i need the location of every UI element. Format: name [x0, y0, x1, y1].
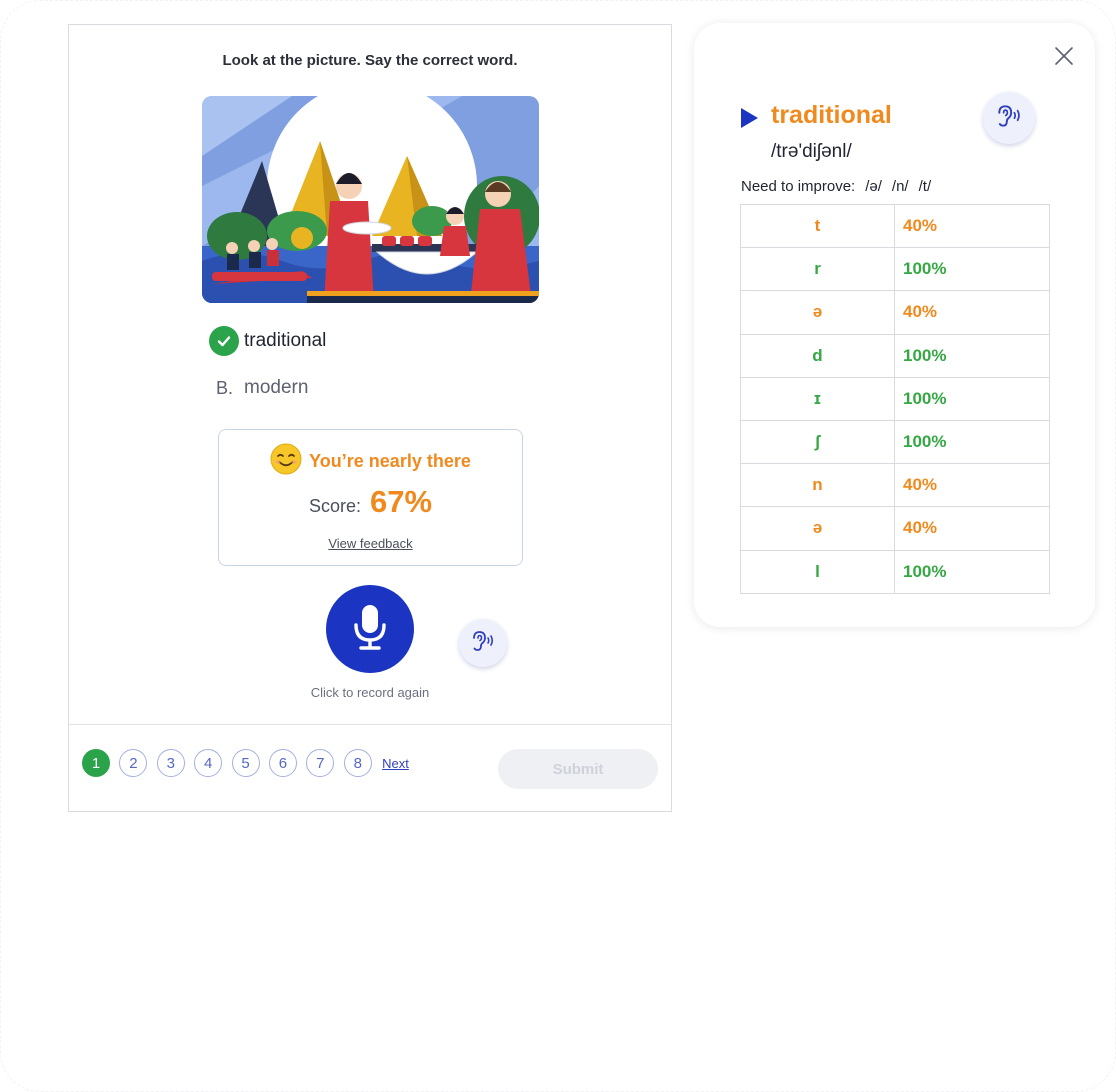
phoneme-score: 40%: [894, 203, 1050, 249]
page-number-3[interactable]: 3: [156, 749, 185, 777]
phoneme-symbol: ɪ: [740, 376, 895, 421]
page-number-5[interactable]: 5: [231, 749, 260, 777]
phoneme-symbol: ə: [740, 506, 895, 551]
phoneme-symbol: n: [740, 463, 895, 508]
listen-word-button[interactable]: [983, 92, 1035, 144]
table-row: n 40%: [740, 463, 1050, 508]
ear-sound-icon: [995, 104, 1023, 133]
page-number-1[interactable]: 1: [82, 749, 110, 777]
score-label: Score:: [308, 496, 361, 516]
card-divider: [69, 724, 671, 725]
phoneme-score: 40%: [894, 463, 1050, 508]
phoneme-score: 40%: [894, 506, 1050, 551]
phoneme-score: 100%: [894, 419, 1050, 465]
phoneme-symbol: ə: [740, 290, 895, 335]
answer-option-a[interactable]: traditional: [209, 326, 326, 356]
feedback-word: traditional: [771, 101, 892, 129]
improve-phoneme: /t/: [918, 178, 932, 195]
page-number-8[interactable]: 8: [343, 749, 372, 777]
table-row: ə 40%: [740, 506, 1050, 551]
answer-option-text: traditional: [244, 330, 327, 351]
submit-button[interactable]: Submit: [498, 749, 658, 789]
score-result-box: You’re nearly there Score: 67% View feed…: [218, 429, 523, 566]
ear-sound-icon: [470, 630, 496, 657]
score-value: 67%: [370, 484, 433, 519]
phoneme-score: 40%: [894, 290, 1050, 335]
result-title: You’re nearly there: [309, 451, 471, 471]
phoneme-symbol: l: [740, 549, 895, 594]
smiling-face-icon: [270, 443, 302, 480]
question-pagination: 1 2 3 4 5 6 7 8 Next: [82, 749, 409, 777]
phoneme-symbol: r: [740, 247, 895, 292]
check-icon: [209, 326, 239, 356]
table-row: ə 40%: [740, 290, 1050, 335]
record-caption: Click to record again: [310, 685, 430, 700]
pronunciation-feedback-panel: traditional /trə'diʃənl/ Need to improve…: [694, 23, 1095, 627]
next-link[interactable]: Next: [382, 756, 409, 771]
table-row: d 100%: [740, 333, 1050, 378]
page-number-2[interactable]: 2: [119, 749, 148, 777]
close-icon[interactable]: [1053, 45, 1075, 67]
listen-recording-button[interactable]: [459, 619, 507, 667]
record-mic-button[interactable]: [326, 585, 414, 673]
play-icon[interactable]: [739, 108, 759, 128]
phoneme-symbol: ʃ: [740, 419, 895, 465]
view-feedback-link[interactable]: View feedback: [219, 536, 522, 551]
phoneme-symbol: d: [740, 333, 895, 378]
need-to-improve-label: Need to improve:: [741, 178, 856, 195]
phoneme-score: 100%: [894, 247, 1050, 292]
page-number-4[interactable]: 4: [194, 749, 223, 777]
exercise-card: Look at the picture. Say the correct wor…: [68, 24, 672, 812]
phoneme-score: 100%: [894, 333, 1050, 378]
table-row: r 100%: [740, 247, 1050, 292]
phoneme-score: 100%: [894, 549, 1050, 594]
phoneme-score-table: t 40% r 100% ə 40% d 100% ɪ 100% ʃ 100%: [740, 203, 1050, 594]
phoneme-score: 100%: [894, 376, 1050, 421]
page-number-6[interactable]: 6: [268, 749, 297, 777]
phoneme-symbol: t: [740, 203, 895, 249]
table-row: ʃ 100%: [740, 419, 1050, 465]
page-number-7[interactable]: 7: [306, 749, 335, 777]
answer-option-text: modern: [244, 377, 309, 398]
table-row: ɪ 100%: [740, 376, 1050, 421]
feedback-phonetic: /trə'diʃənl/: [771, 141, 852, 162]
answer-option-letter: B.: [216, 377, 234, 398]
table-row: l 100%: [740, 549, 1050, 594]
improve-phoneme: /ə/: [865, 178, 882, 195]
answer-option-b[interactable]: B. modern: [209, 377, 308, 399]
exercise-instruction: Look at the picture. Say the correct wor…: [222, 52, 518, 69]
microphone-icon: [352, 603, 388, 656]
table-row: t 40%: [740, 203, 1050, 249]
need-to-improve-line: Need to improve: /ə/ /n/ /t/: [741, 178, 931, 195]
score-line: Score: 67%: [219, 484, 522, 520]
improve-phoneme: /n/: [891, 178, 909, 195]
exercise-picture: [202, 96, 539, 303]
